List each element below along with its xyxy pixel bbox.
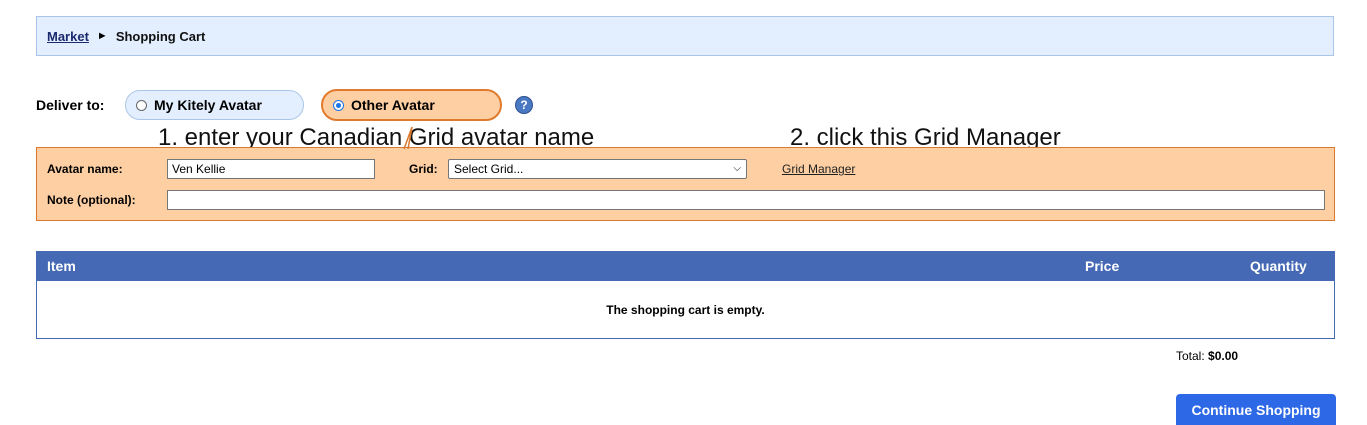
deliver-option-other-avatar-label: Other Avatar — [351, 97, 435, 113]
note-label: Note (optional): — [47, 193, 136, 207]
cart-table-header: Item Price Quantity — [36, 251, 1335, 281]
column-item: Item — [47, 258, 76, 274]
radio-checked-icon[interactable] — [333, 99, 344, 111]
grid-select[interactable]: Select Grid... ⌵ — [448, 159, 747, 179]
column-price: Price — [1085, 258, 1120, 274]
grid-select-value: Select Grid... — [454, 162, 524, 176]
deliver-option-my-avatar-label: My Kitely Avatar — [154, 97, 262, 113]
breadcrumb-current: Shopping Cart — [115, 28, 206, 44]
avatar-name-input[interactable] — [167, 159, 375, 179]
help-icon[interactable]: ? — [515, 96, 533, 114]
deliver-option-other-avatar[interactable]: Other Avatar — [321, 89, 502, 121]
radio-unchecked-icon[interactable] — [136, 99, 147, 111]
breadcrumb-separator-icon: ► — [96, 30, 108, 42]
column-quantity: Quantity — [1250, 258, 1307, 274]
note-input[interactable] — [167, 190, 1325, 210]
deliver-to-label: Deliver to: — [36, 97, 105, 113]
chevron-down-icon: ⌵ — [733, 163, 741, 174]
deliver-option-my-avatar[interactable]: My Kitely Avatar — [125, 90, 304, 120]
other-avatar-form: Avatar name: Grid: Select Grid... ⌵ Grid… — [36, 147, 1335, 221]
grid-label: Grid: — [409, 162, 438, 176]
cart-total-value: $0.00 — [1208, 349, 1239, 363]
avatar-name-label: Avatar name: — [47, 162, 123, 176]
cart-table-body: The shopping cart is empty. — [36, 281, 1335, 339]
cart-empty-message: The shopping cart is empty. — [606, 302, 765, 317]
grid-manager-link[interactable]: Grid Manager — [782, 162, 855, 176]
breadcrumb: Market ► Shopping Cart — [36, 16, 1334, 56]
continue-shopping-button[interactable]: Continue Shopping — [1176, 394, 1336, 425]
cart-total: Total: $0.00 — [1176, 349, 1238, 363]
cart-total-label: Total: — [1176, 349, 1205, 363]
breadcrumb-market-link[interactable]: Market — [47, 29, 89, 44]
